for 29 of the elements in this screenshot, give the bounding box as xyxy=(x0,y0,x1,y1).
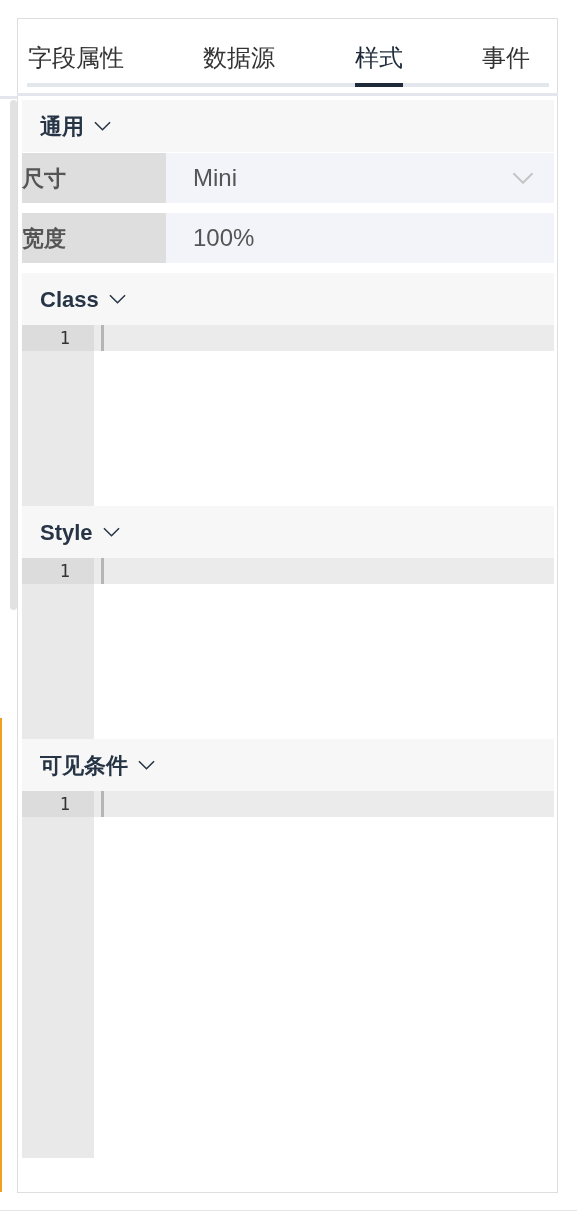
chevron-down-icon[interactable] xyxy=(138,760,155,770)
tab[interactable]: 事件 xyxy=(482,23,530,87)
section-header[interactable]: Class xyxy=(22,273,554,325)
text-cursor xyxy=(101,325,104,351)
tab[interactable]: 字段属性 xyxy=(28,23,124,87)
section-header[interactable]: Style xyxy=(22,506,554,558)
section-title: Class xyxy=(40,285,99,314)
chevron-down-icon[interactable] xyxy=(108,294,126,304)
chevron-down-icon[interactable] xyxy=(102,527,120,537)
code-editor[interactable]: 1 xyxy=(22,791,554,1158)
section-title: Style xyxy=(40,518,93,547)
scrollbar[interactable] xyxy=(10,100,17,610)
select-field[interactable]: Mini xyxy=(166,153,554,203)
section-header[interactable]: 通用 xyxy=(22,100,554,152)
section-title: 通用 xyxy=(40,112,84,141)
line-number: 1 xyxy=(22,558,94,584)
line-number: 1 xyxy=(22,791,94,817)
chevron-down-icon[interactable] xyxy=(94,121,111,131)
code-editor[interactable]: 1 xyxy=(22,325,554,506)
text-cursor xyxy=(101,791,104,817)
field-label: 宽度 xyxy=(22,213,166,263)
line-number: 1 xyxy=(22,325,94,351)
section-header[interactable]: 可见条件 xyxy=(22,739,554,791)
section-title: 可见条件 xyxy=(40,751,128,780)
field-label: 尺寸 xyxy=(22,153,166,203)
input-field[interactable]: 100% xyxy=(166,213,554,263)
code-editor[interactable]: 1 xyxy=(22,558,554,739)
text-cursor xyxy=(101,558,104,584)
tab[interactable]: 数据源 xyxy=(203,23,276,87)
